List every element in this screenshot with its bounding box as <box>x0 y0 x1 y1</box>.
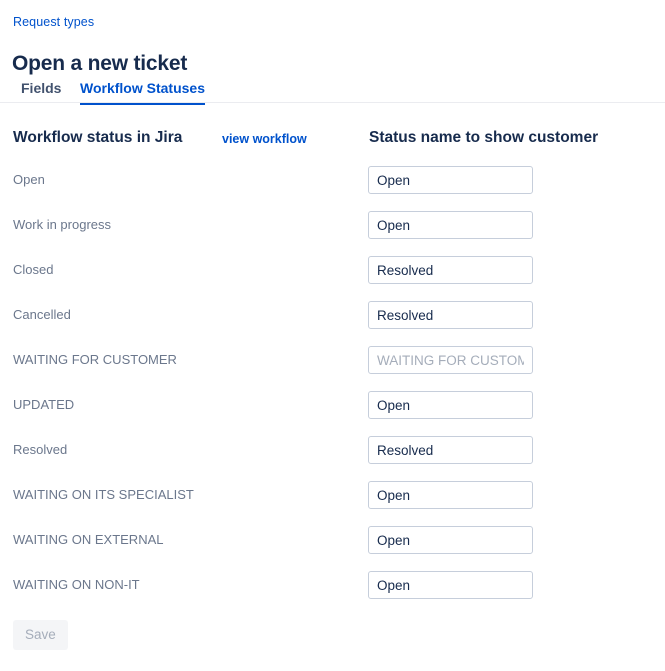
status-mapping-row: Work in progress <box>0 211 665 256</box>
status-mapping-row: UPDATED <box>0 391 665 436</box>
customer-status-name-input[interactable] <box>368 481 533 509</box>
breadcrumb-request-types[interactable]: Request types <box>13 14 94 30</box>
status-mapping-row: WAITING ON EXTERNAL <box>0 526 665 571</box>
status-mapping-list: Open Work in progress Closed Cancelled WAITI… <box>0 166 665 616</box>
customer-status-name-input[interactable] <box>368 346 533 374</box>
jira-status-label: Closed <box>13 262 54 277</box>
jira-status-label: WAITING ON NON-IT <box>13 577 140 592</box>
customer-status-name-input[interactable] <box>368 166 533 194</box>
tab-bar: Fields Workflow Statuses <box>0 78 665 105</box>
status-mapping-row: Cancelled <box>0 301 665 346</box>
jira-status-label: Resolved <box>13 442 68 457</box>
save-button[interactable]: Save <box>13 620 68 650</box>
tab-fields[interactable]: Fields <box>21 78 61 103</box>
customer-status-name-input[interactable] <box>368 571 533 599</box>
status-mapping-row: WAITING FOR CUSTOMER <box>0 346 665 391</box>
tab-bar-divider <box>0 102 665 103</box>
jira-status-label: WAITING ON ITS SPECIALIST <box>13 487 194 502</box>
customer-status-name-input[interactable] <box>368 391 533 419</box>
jira-status-label: Cancelled <box>13 307 71 322</box>
customer-status-name-input[interactable] <box>368 301 533 329</box>
status-mapping-row: WAITING ON ITS SPECIALIST <box>0 481 665 526</box>
jira-status-label: WAITING ON EXTERNAL <box>13 532 164 547</box>
jira-status-label: Open <box>13 172 45 187</box>
status-mapping-row: Open <box>0 166 665 211</box>
page-title: Open a new ticket <box>12 52 188 76</box>
customer-status-name-input[interactable] <box>368 436 533 464</box>
customer-status-name-input[interactable] <box>368 211 533 239</box>
customer-status-name-input[interactable] <box>368 256 533 284</box>
status-mapping-row: WAITING ON NON-IT <box>0 571 665 616</box>
status-mapping-row: Closed <box>0 256 665 301</box>
tab-workflow-statuses[interactable]: Workflow Statuses <box>80 78 205 105</box>
jira-status-label: WAITING FOR CUSTOMER <box>13 352 177 367</box>
jira-status-label: UPDATED <box>13 397 75 412</box>
jira-status-label: Work in progress <box>13 217 112 232</box>
column-heading-customer-status-name: Status name to show customer <box>369 129 599 146</box>
view-workflow-link[interactable]: view workflow <box>222 131 307 147</box>
workflow-statuses-page: Request types Open a new ticket Fields W… <box>0 0 665 671</box>
status-mapping-row: Resolved <box>0 436 665 481</box>
customer-status-name-input[interactable] <box>368 526 533 554</box>
column-heading-workflow-status: Workflow status in Jira <box>13 129 183 146</box>
